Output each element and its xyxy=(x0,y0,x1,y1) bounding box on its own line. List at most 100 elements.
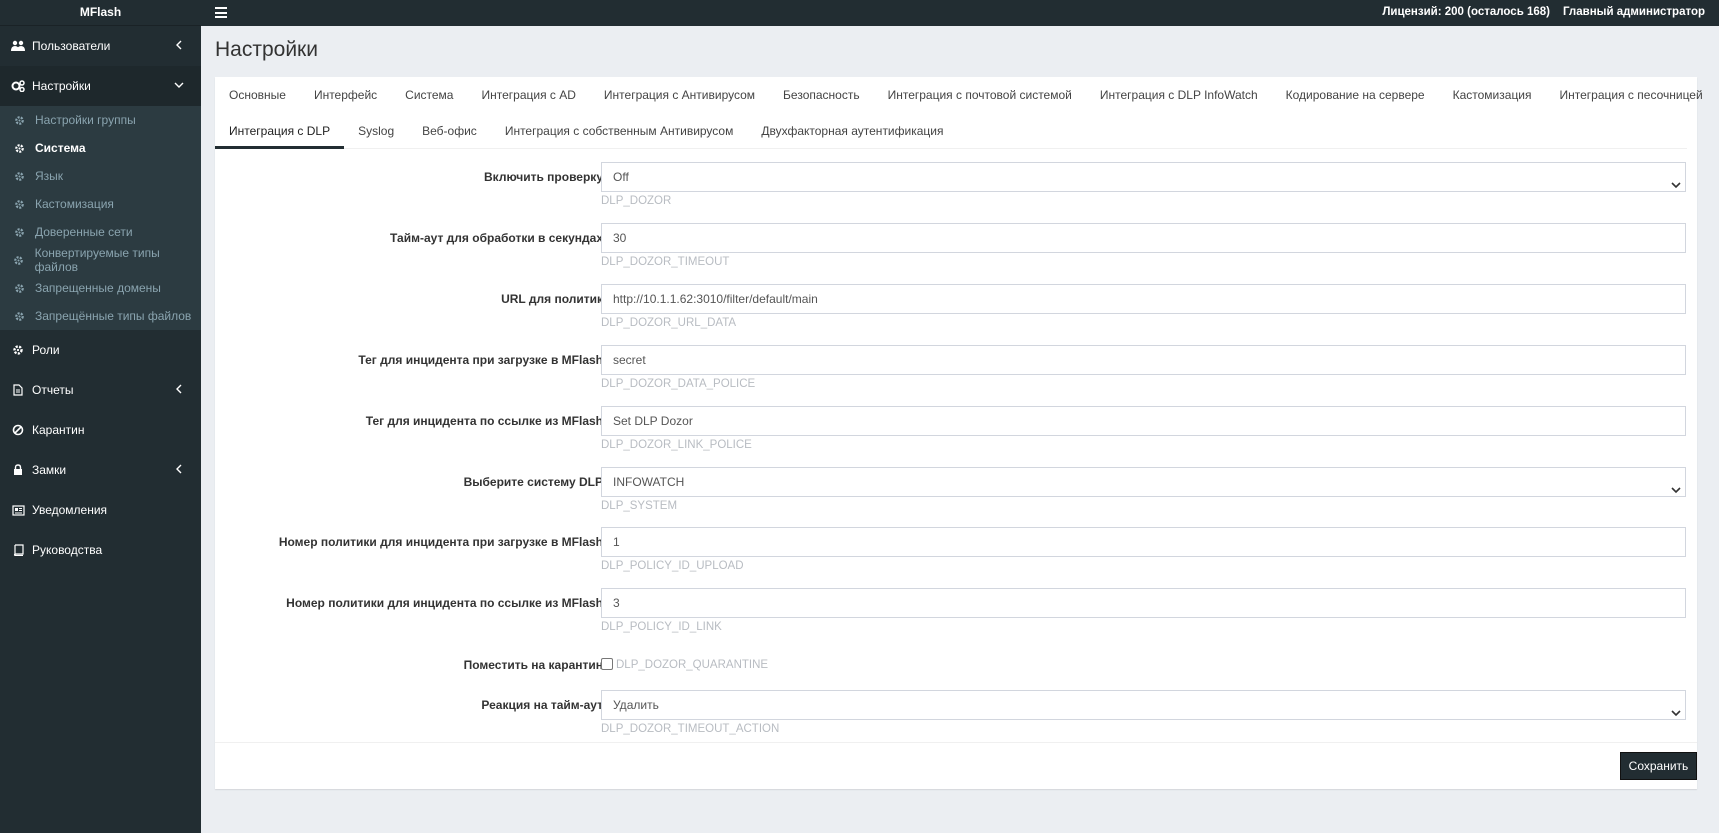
timeout-action-select[interactable]: Удалить xyxy=(601,690,1686,720)
sidebar-subitem-customization[interactable]: Кастомизация xyxy=(0,190,201,218)
tab-system[interactable]: Система xyxy=(391,77,467,113)
tab-ad-integration[interactable]: Интеграция с AD xyxy=(467,77,589,113)
sidebar-item-label: Руководства xyxy=(32,543,103,557)
brand-logo[interactable]: MFlash xyxy=(0,0,201,26)
gear-icon xyxy=(13,142,25,154)
sidebar-subitem-label: Настройки группы xyxy=(35,113,136,127)
sidebar-subitem-convertible-types[interactable]: Конвертируемые типы файлов xyxy=(0,246,201,274)
timeout-action-select-value: Удалить xyxy=(613,698,659,712)
menu-toggle-icon[interactable] xyxy=(215,7,227,18)
sidebar-item-roles[interactable]: Роли xyxy=(0,330,201,370)
tab-general[interactable]: Основные xyxy=(215,77,300,113)
tab-syslog[interactable]: Syslog xyxy=(344,113,408,149)
tag-link-label: Тег для инцидента по ссылке из MFlash xyxy=(365,414,603,428)
tab-sandbox-integration[interactable]: Интеграция с песочницей xyxy=(1546,77,1717,113)
sidebar-item-label: Карантин xyxy=(32,423,85,437)
policy-upload-hint: DLP_POLICY_ID_UPLOAD xyxy=(601,560,744,572)
sidebar-item-reports[interactable]: Отчеты xyxy=(0,370,201,410)
sidebar-item-settings[interactable]: Настройки xyxy=(0,66,201,106)
sidebar-item-label: Настройки xyxy=(32,79,91,93)
save-button[interactable]: Сохранить xyxy=(1620,752,1697,780)
timeout-label: Тайм-аут для обработки в секундах xyxy=(390,231,603,245)
tab-dlp-infowatch[interactable]: Интеграция с DLP InfoWatch xyxy=(1086,77,1272,113)
policy-upload-input[interactable]: 1 xyxy=(601,527,1686,557)
gear-icon xyxy=(13,310,25,322)
sidebar-item-users[interactable]: Пользователи xyxy=(0,26,201,66)
dlp-system-select[interactable]: INFOWATCH xyxy=(601,467,1686,497)
tag-upload-hint: DLP_DOZOR_DATA_POLICE xyxy=(601,378,756,390)
timeout-input[interactable]: 30 xyxy=(601,223,1686,253)
url-input[interactable]: http://10.1.1.62:3010/filter/default/mai… xyxy=(601,284,1686,314)
gear-icon xyxy=(13,198,25,210)
enable-select-value: Off xyxy=(613,170,629,184)
page-title: Настройки xyxy=(215,38,318,61)
tag-link-hint: DLP_DOZOR_LINK_POLICE xyxy=(601,439,752,451)
dlp-system-select-value: INFOWATCH xyxy=(613,475,685,489)
tab-dlp-integration[interactable]: Интеграция с DLP xyxy=(215,113,345,149)
sidebar-subitem-label: Язык xyxy=(35,169,64,183)
tag-link-input[interactable]: Set DLP Dozor xyxy=(601,406,1686,436)
chevron-down-icon xyxy=(1671,172,1681,189)
tab-two-factor[interactable]: Двухфакторная аутентификация xyxy=(747,113,957,149)
sidebar-subitem-blocked-file-types[interactable]: Запрещённые типы файлов xyxy=(0,302,201,330)
timeout-hint: DLP_DOZOR_TIMEOUT xyxy=(601,256,730,268)
settings-panel: Основные Интерфейс Система Интеграция с … xyxy=(215,77,1703,789)
sidebar-item-quarantine[interactable]: Карантин xyxy=(0,410,201,450)
settings-submenu: Настройки группы Система Язык Кастомизац… xyxy=(0,106,201,330)
tab-antivirus-integration[interactable]: Интеграция с Антивирусом xyxy=(590,77,769,113)
topbar-info: Лицензий: 200 (осталось 168) Главный адм… xyxy=(1369,0,1705,24)
sidebar-item-label: Роли xyxy=(32,343,60,357)
sidebar-subitem-label: Запрещенные домены xyxy=(35,281,161,295)
tag-upload-input[interactable]: secret xyxy=(601,345,1686,375)
lock-icon xyxy=(11,463,25,477)
url-label: URL для политик xyxy=(501,292,603,306)
enable-select[interactable]: Off xyxy=(601,162,1686,192)
tag-upload-label: Тег для инцидента при загрузке в MFlash xyxy=(358,353,603,367)
panel-footer: Сохранить xyxy=(215,742,1697,789)
sidebar-subitem-trusted-networks[interactable]: Доверенные сети xyxy=(0,218,201,246)
sidebar-subitem-blocked-domains[interactable]: Запрещенные домены xyxy=(0,274,201,302)
policy-link-label: Номер политики для инцидента по ссылке и… xyxy=(286,596,603,610)
user-menu[interactable]: Главный администратор xyxy=(1563,6,1705,18)
tab-interface[interactable]: Интерфейс xyxy=(300,77,391,113)
tab-own-antivirus[interactable]: Интеграция с собственным Антивирусом xyxy=(491,113,748,149)
topbar: Лицензий: 200 (осталось 168) Главный адм… xyxy=(201,0,1719,26)
sidebar-item-notifications[interactable]: Уведомления xyxy=(0,490,201,530)
url-hint: DLP_DOZOR_URL_DATA xyxy=(601,317,737,329)
chevron-left-icon xyxy=(173,383,185,395)
sidebar-subitem-language[interactable]: Язык xyxy=(0,162,201,190)
timeout-action-label: Реакция на тайм-аут xyxy=(481,698,603,712)
tab-web-office[interactable]: Веб-офис xyxy=(408,113,491,149)
dlp-system-hint: DLP_SYSTEM xyxy=(601,500,678,512)
sidebar-subitem-group-settings[interactable]: Настройки группы xyxy=(0,106,201,134)
gear-icon xyxy=(13,114,25,126)
policy-upload-label: Номер политики для инцидента при загрузк… xyxy=(278,535,603,549)
tab-security[interactable]: Безопасность xyxy=(769,77,874,113)
tab-row-2: Интеграция с DLP Syslog Веб-офис Интегра… xyxy=(215,113,1687,149)
chevron-left-icon xyxy=(173,39,185,51)
quarantine-label: Поместить на карантин xyxy=(463,658,603,672)
cogs-icon xyxy=(11,79,25,93)
gear-icon xyxy=(13,226,25,238)
ban-icon xyxy=(11,423,25,437)
chevron-left-icon xyxy=(173,463,185,475)
chevron-down-icon xyxy=(1671,700,1681,717)
file-icon xyxy=(11,383,25,397)
tab-row-1: Основные Интерфейс Система Интеграция с … xyxy=(215,77,1703,113)
sidebar-item-label: Замки xyxy=(32,463,67,477)
gear-icon xyxy=(11,343,25,357)
tab-server-encoding[interactable]: Кодирование на сервере xyxy=(1272,77,1439,113)
tab-mail-integration[interactable]: Интеграция с почтовой системой xyxy=(874,77,1086,113)
sidebar-item-locks[interactable]: Замки xyxy=(0,450,201,490)
timeout-action-hint: DLP_DOZOR_TIMEOUT_ACTION xyxy=(601,723,780,735)
sidebar-item-manuals[interactable]: Руководства xyxy=(0,530,201,570)
policy-link-input[interactable]: 3 xyxy=(601,588,1686,618)
quarantine-hint: DLP_DOZOR_QUARANTINE xyxy=(616,659,769,671)
gear-icon xyxy=(13,254,25,266)
sidebar-subitem-system[interactable]: Система xyxy=(0,134,201,162)
sidebar-item-label: Отчеты xyxy=(32,383,74,397)
sidebar-subitem-label: Конвертируемые типы файлов xyxy=(34,246,160,274)
policy-link-hint: DLP_POLICY_ID_LINK xyxy=(601,621,722,633)
quarantine-checkbox[interactable] xyxy=(601,658,613,670)
tab-customization[interactable]: Кастомизация xyxy=(1439,77,1546,113)
